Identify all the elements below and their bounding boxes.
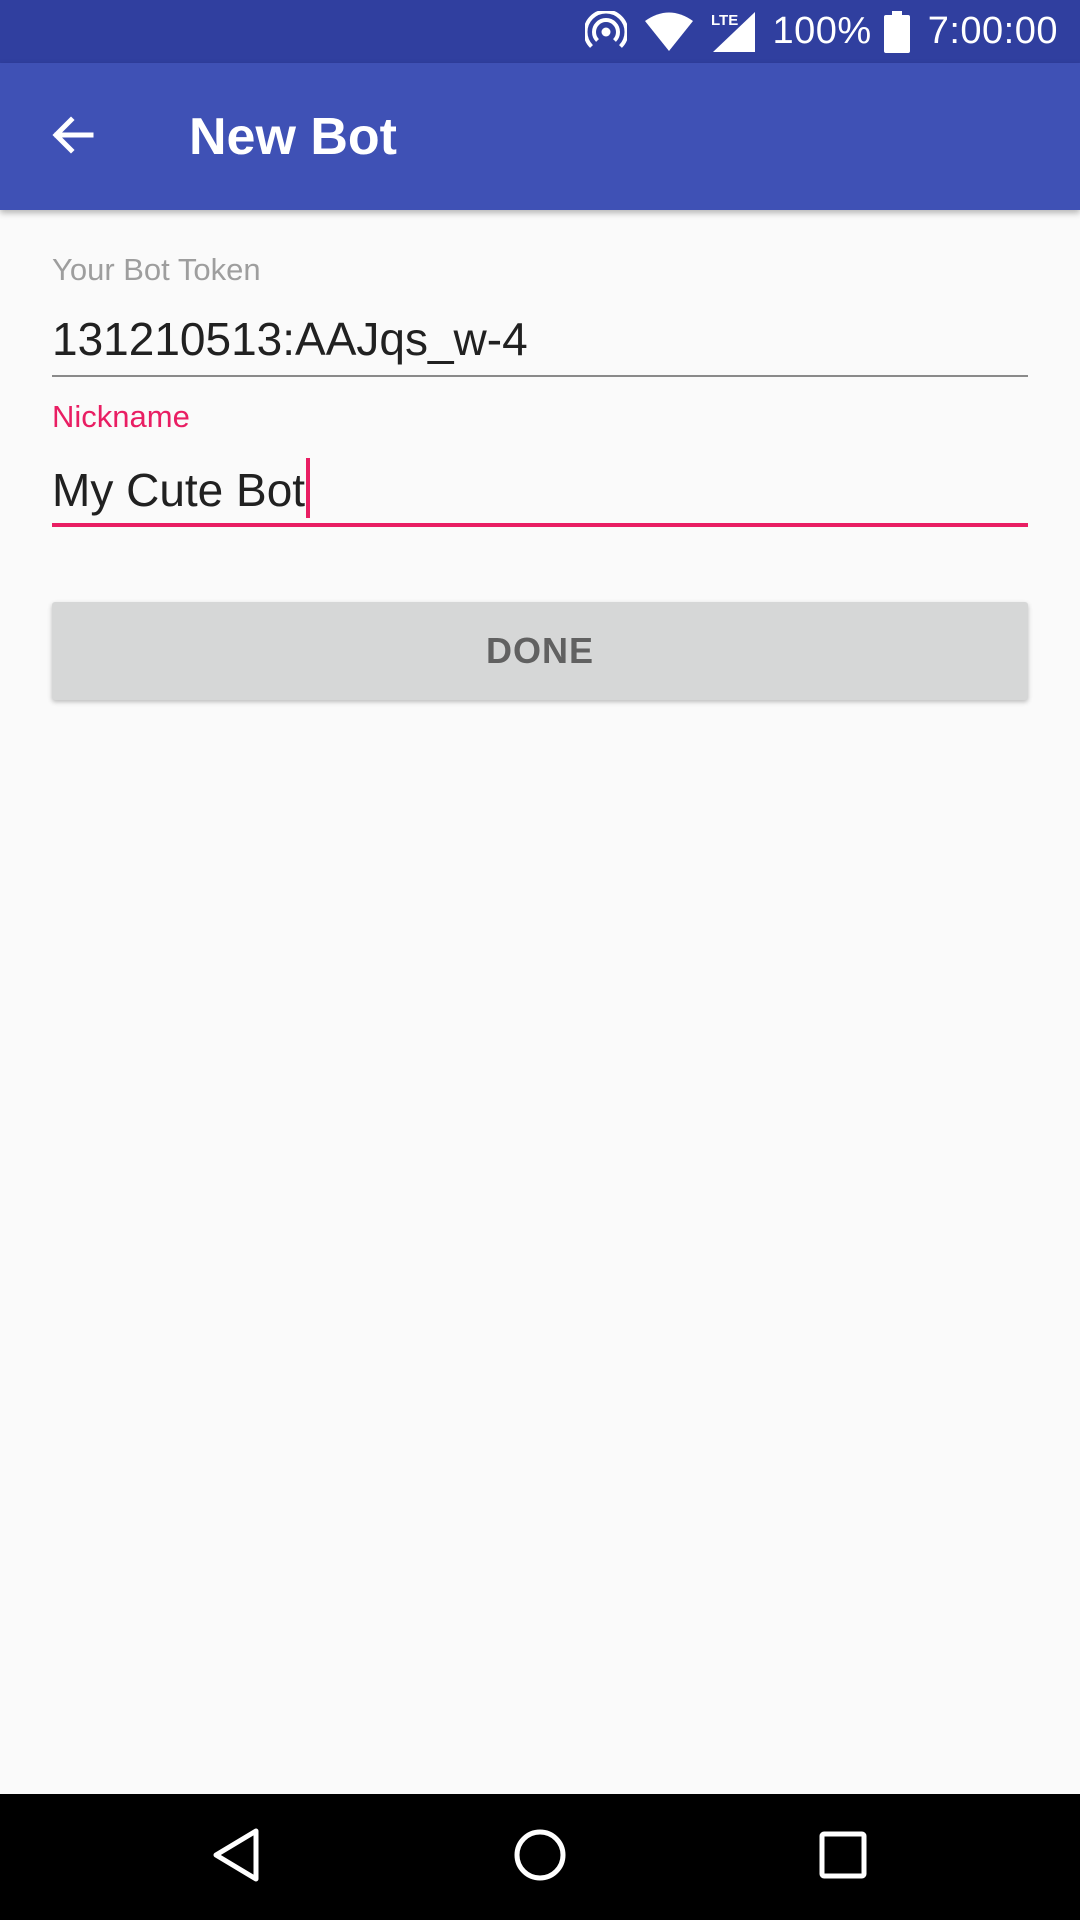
nav-back-button[interactable] <box>196 1817 276 1897</box>
nickname-input[interactable]: My Cute Bot <box>52 458 1028 518</box>
nickname-label: Nickname <box>52 399 190 434</box>
status-bar: LTE 100% 7:00:00 <box>0 0 1080 63</box>
token-input[interactable]: 131210513:AAJqs_w-4 <box>52 311 1028 367</box>
navigation-bar <box>0 1794 1080 1920</box>
text-cursor <box>306 458 311 518</box>
nav-home-button[interactable] <box>500 1817 580 1897</box>
nav-recents-button[interactable] <box>803 1817 883 1897</box>
page-title: New Bot <box>189 108 397 166</box>
token-label: Your Bot Token <box>52 252 261 287</box>
nav-recents-icon <box>818 1830 868 1885</box>
token-underline <box>52 375 1028 377</box>
nav-back-icon <box>210 1827 262 1888</box>
nickname-underline <box>52 523 1028 527</box>
nav-home-icon <box>512 1827 568 1888</box>
arrow-back-icon <box>49 111 97 164</box>
wifi-icon <box>644 12 693 52</box>
battery-icon <box>883 10 910 53</box>
back-button[interactable] <box>34 98 112 176</box>
status-time: 7:00:00 <box>927 10 1058 52</box>
nickname-value: My Cute Bot <box>52 464 306 516</box>
lte-signal-icon: LTE <box>711 10 755 54</box>
hotspot-icon <box>584 10 627 53</box>
battery-percentage: 100% <box>772 10 872 52</box>
app-bar: New Bot <box>0 63 1080 210</box>
done-button[interactable]: DONE <box>52 602 1028 700</box>
lte-label: LTE <box>711 12 738 29</box>
